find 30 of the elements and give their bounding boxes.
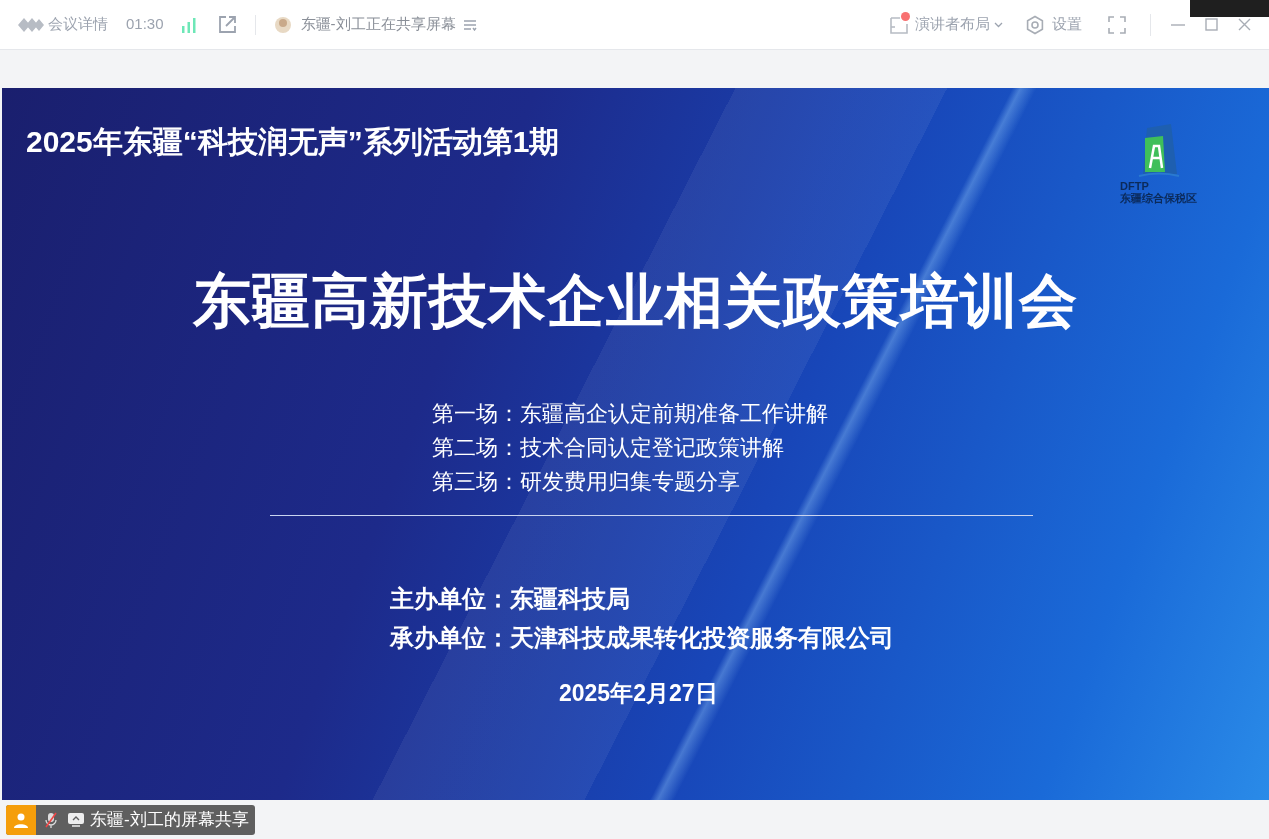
layout-icon[interactable] bbox=[889, 14, 909, 35]
logo-abbreviation: DFTP bbox=[1120, 180, 1149, 192]
logo-icon bbox=[18, 17, 44, 32]
person-icon bbox=[13, 811, 29, 828]
session-item: 第二场：技术合同认定登记政策讲解 bbox=[432, 434, 785, 462]
logo-icon bbox=[1136, 124, 1181, 180]
session-item: 第一场：东疆高企认定前期准备工作讲解 bbox=[432, 400, 829, 428]
layout-dropdown[interactable]: 演讲者布局 bbox=[915, 13, 1003, 36]
main-title: 东疆高新技术企业相关政策培训会 bbox=[192, 267, 1079, 335]
share-out-icon[interactable] bbox=[216, 14, 237, 35]
screen-sharing-status: 东疆-刘工正在共享屏幕 bbox=[300, 14, 456, 35]
organizer-line: 承办单位：天津科技成果转化投资服务有限公司 bbox=[390, 623, 895, 653]
series-title: 2025年东疆“科技润无声”系列活动第1期 bbox=[26, 124, 560, 160]
meeting-timer: 01:30 bbox=[126, 14, 164, 35]
settings-icon bbox=[1025, 14, 1045, 35]
session-item: 第三场：研发费用归集专题分享 bbox=[432, 468, 741, 496]
maximize-icon[interactable] bbox=[1205, 18, 1218, 31]
meeting-details-label[interactable]: 会议详情 bbox=[48, 13, 108, 36]
logo-name: 东疆综合保税区 bbox=[1120, 192, 1197, 204]
close-icon[interactable] bbox=[1238, 18, 1251, 31]
list-icon[interactable] bbox=[462, 18, 477, 31]
avatar-icon bbox=[273, 14, 292, 35]
fullscreen-icon[interactable] bbox=[1108, 15, 1126, 34]
screen-share-icon bbox=[68, 812, 84, 827]
signal-icon bbox=[180, 16, 197, 33]
screen-share-label: 东疆-刘工的屏幕共享 bbox=[90, 808, 250, 831]
organizer-line: 主办单位：东疆科技局 bbox=[390, 584, 631, 614]
event-date: 2025年2月27日 bbox=[559, 679, 719, 708]
settings-button[interactable]: 设置 bbox=[1025, 13, 1082, 36]
chevron-down-icon bbox=[994, 21, 1003, 28]
